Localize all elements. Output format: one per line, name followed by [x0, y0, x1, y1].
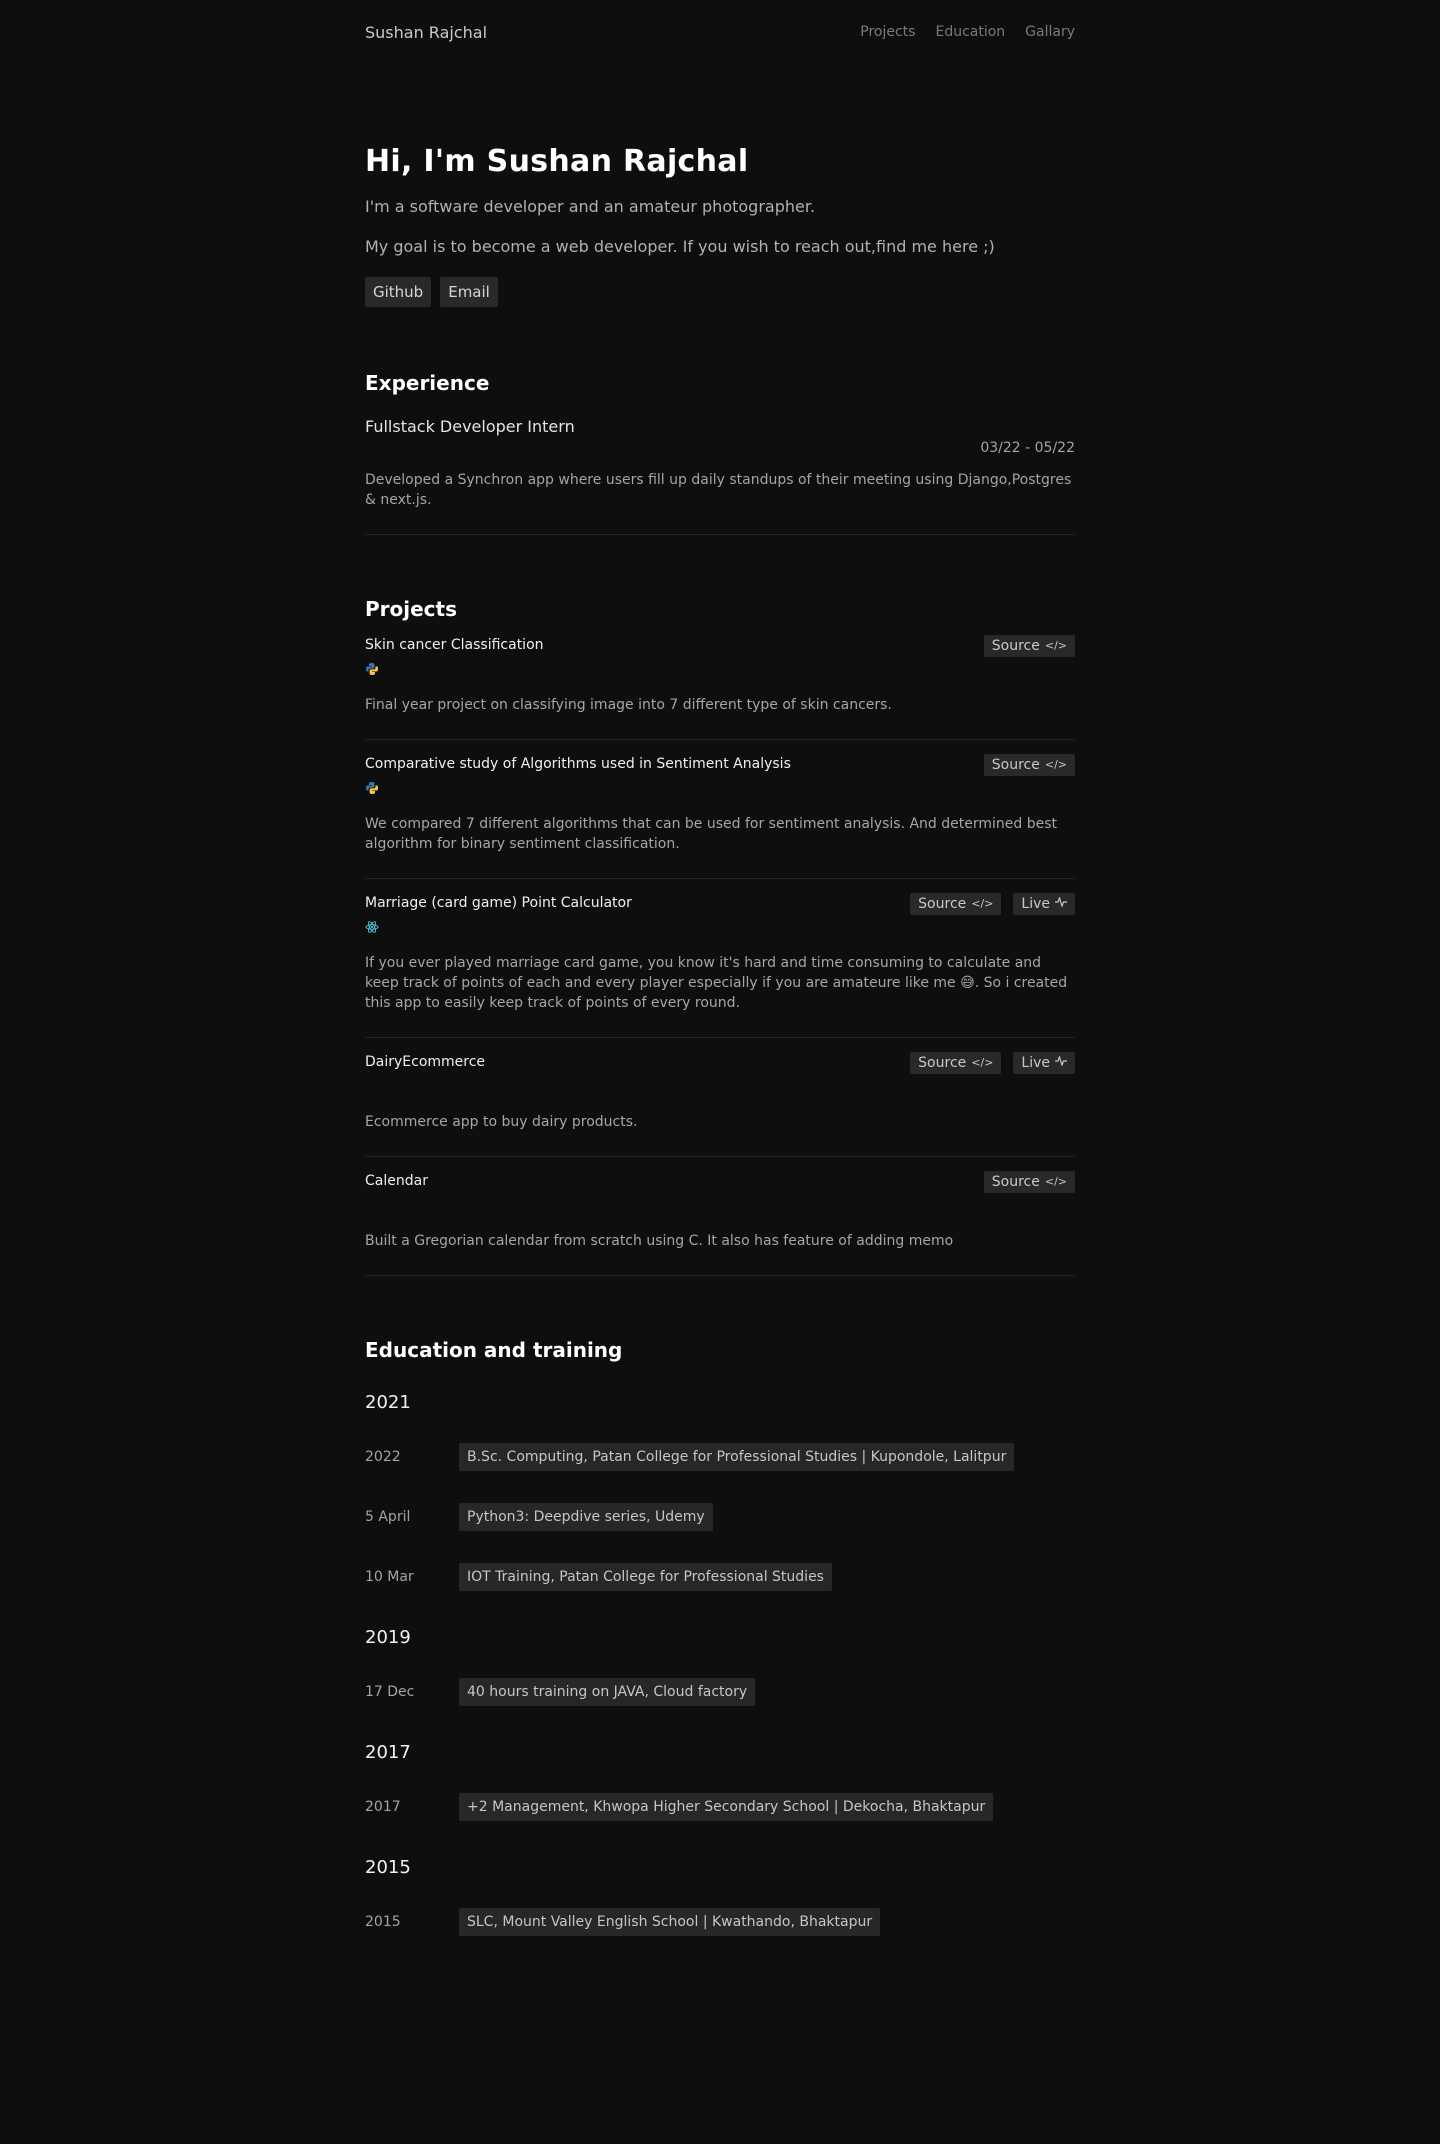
- python-icon: [365, 780, 1075, 796]
- project-title: Marriage (card game) Point Calculator: [365, 895, 632, 911]
- live-button-label: Live: [1021, 1055, 1050, 1071]
- project-description: If you ever played marriage card game, y…: [365, 955, 1068, 1011]
- hero-intro: I'm a software developer and an amateur …: [365, 197, 816, 216]
- education-year-heading: 2015: [365, 1857, 411, 1878]
- nav-links: Projects Education Gallary: [860, 24, 1075, 40]
- activity-icon: [1055, 1054, 1067, 1072]
- project-list: Skin cancer Classification Source </> Fi…: [365, 635, 1075, 1276]
- live-button[interactable]: Live: [1013, 1052, 1075, 1074]
- education-year-heading: 2017: [365, 1742, 411, 1763]
- source-button-label: Source: [991, 757, 1040, 773]
- hero-buttons: Github Email: [365, 277, 1075, 307]
- hero-section: Hi, I'm Sushan Rajchal I'm a software de…: [365, 64, 1075, 307]
- experience-title: Fullstack Developer Intern: [365, 417, 575, 436]
- project-title: DairyEcommerce: [365, 1054, 486, 1070]
- source-button[interactable]: Source </>: [983, 635, 1075, 657]
- project-item: Skin cancer Classification Source </> Fi…: [365, 635, 1075, 740]
- experience-item: Fullstack Developer Intern 03/22 - 05/22…: [365, 417, 1075, 535]
- react-icon: [365, 919, 1075, 935]
- projects-heading: Projects: [365, 597, 458, 621]
- github-button[interactable]: Github: [365, 277, 432, 307]
- education-item: 5 April Python3: Deepdive series, Udemy: [365, 1503, 1075, 1531]
- source-button[interactable]: Source </>: [910, 893, 1002, 915]
- education-date: 5 April: [365, 1509, 411, 1525]
- education-label: B.Sc. Computing, Patan College for Profe…: [459, 1443, 1015, 1471]
- hero-title: Hi, I'm Sushan Rajchal: [365, 144, 749, 179]
- hero-goal: My goal is to become a web developer. If…: [365, 237, 995, 256]
- project-item: Calendar Source </> Built a Gregorian ca…: [365, 1157, 1075, 1276]
- source-button[interactable]: Source </>: [983, 754, 1075, 776]
- education-label: 40 hours training on JAVA, Cloud factory: [459, 1678, 756, 1706]
- education-item: 17 Dec 40 hours training on JAVA, Cloud …: [365, 1678, 1075, 1706]
- source-button[interactable]: Source </>: [910, 1052, 1002, 1074]
- top-nav: Sushan Rajchal Projects Education Gallar…: [365, 0, 1075, 64]
- experience-description: Developed a Synchron app where users fil…: [365, 472, 1072, 508]
- project-tech-placeholder: [365, 1078, 1075, 1094]
- project-item: Marriage (card game) Point Calculator So…: [365, 879, 1075, 1038]
- code-icon: </>: [1044, 1175, 1067, 1188]
- project-description: Final year project on classifying image …: [365, 697, 892, 713]
- education-date: 2022: [365, 1449, 401, 1465]
- project-tech-placeholder: [365, 1197, 1075, 1213]
- education-year-heading: 2021: [365, 1392, 411, 1413]
- education-label: +2 Management, Khwopa Higher Secondary S…: [459, 1793, 994, 1821]
- education-date: 17 Dec: [365, 1684, 415, 1700]
- code-icon: </>: [971, 1056, 994, 1069]
- source-button-label: Source: [991, 1174, 1040, 1190]
- code-icon: </>: [1044, 758, 1067, 771]
- project-title: Calendar: [365, 1173, 428, 1189]
- education-section: Education and training 2021 2022 B.Sc. C…: [365, 1276, 1075, 1936]
- project-item: Comparative study of Algorithms used in …: [365, 740, 1075, 879]
- page-container: Sushan Rajchal Projects Education Gallar…: [365, 0, 1075, 1936]
- education-heading: Education and training: [365, 1338, 623, 1362]
- education-date: 10 Mar: [365, 1569, 414, 1585]
- source-button-label: Source: [918, 1055, 967, 1071]
- nav-link-projects[interactable]: Projects: [860, 24, 915, 40]
- code-icon: </>: [971, 897, 994, 910]
- education-item: 2017 +2 Management, Khwopa Higher Second…: [365, 1793, 1075, 1821]
- nav-link-gallary[interactable]: Gallary: [1025, 24, 1075, 40]
- activity-icon: [1055, 895, 1067, 913]
- nav-link-education[interactable]: Education: [935, 24, 1005, 40]
- experience-date: 03/22 - 05/22: [980, 440, 1075, 456]
- live-button[interactable]: Live: [1013, 893, 1075, 915]
- education-label: IOT Training, Patan College for Professi…: [459, 1563, 832, 1591]
- site-brand-link[interactable]: Sushan Rajchal: [365, 23, 487, 42]
- education-year-heading: 2019: [365, 1627, 411, 1648]
- email-button[interactable]: Email: [440, 277, 498, 307]
- education-date: 2017: [365, 1799, 401, 1815]
- python-icon: [365, 661, 1075, 677]
- experience-heading: Experience: [365, 371, 490, 395]
- project-description: Ecommerce app to buy dairy products.: [365, 1114, 638, 1130]
- source-button[interactable]: Source </>: [983, 1171, 1075, 1193]
- project-description: We compared 7 different algorithms that …: [365, 816, 1058, 852]
- education-label: SLC, Mount Valley English School | Kwath…: [459, 1908, 881, 1936]
- education-item: 10 Mar IOT Training, Patan College for P…: [365, 1563, 1075, 1591]
- education-item: 2022 B.Sc. Computing, Patan College for …: [365, 1443, 1075, 1471]
- project-item: DairyEcommerce Source </> Live Ecommerce…: [365, 1038, 1075, 1157]
- education-label: Python3: Deepdive series, Udemy: [459, 1503, 713, 1531]
- live-button-label: Live: [1021, 896, 1050, 912]
- project-description: Built a Gregorian calendar from scratch …: [365, 1233, 954, 1249]
- project-title: Comparative study of Algorithms used in …: [365, 756, 791, 772]
- source-button-label: Source: [991, 638, 1040, 654]
- education-date: 2015: [365, 1914, 401, 1930]
- code-icon: </>: [1044, 639, 1067, 652]
- project-title: Skin cancer Classification: [365, 637, 544, 653]
- education-item: 2015 SLC, Mount Valley English School | …: [365, 1908, 1075, 1936]
- experience-section: Experience Fullstack Developer Intern 03…: [365, 307, 1075, 535]
- projects-section: Projects Skin cancer Classification Sour…: [365, 535, 1075, 1276]
- source-button-label: Source: [918, 896, 967, 912]
